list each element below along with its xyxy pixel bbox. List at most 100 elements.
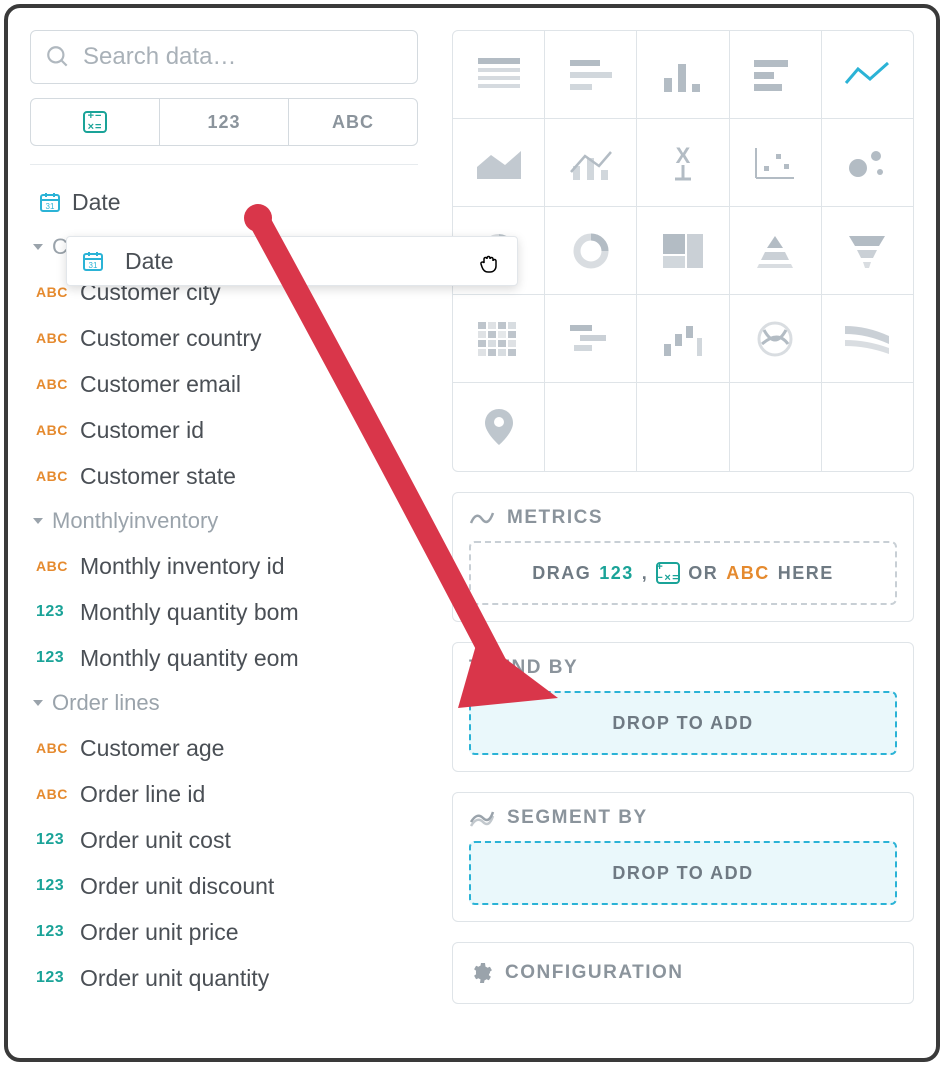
group-monthlyinventory[interactable]: Monthlyinventory bbox=[30, 499, 418, 543]
chart-heatmap-icon[interactable] bbox=[453, 295, 545, 383]
segment-section: SEGMENT BY DROP TO ADD bbox=[452, 792, 914, 922]
metrics-icon bbox=[469, 507, 495, 529]
chart-bar-icon[interactable] bbox=[730, 31, 822, 119]
drag-ghost-date: 31 Date bbox=[66, 236, 518, 286]
chart-list-icon[interactable] bbox=[545, 31, 637, 119]
text-type-icon: ABC bbox=[36, 376, 76, 392]
segment-drop-zone[interactable]: DROP TO ADD bbox=[469, 841, 897, 905]
chart-sankey-icon[interactable] bbox=[822, 295, 913, 383]
field-item[interactable]: ABCCustomer email bbox=[30, 361, 418, 407]
metrics-drop-zone[interactable]: DRAG 123 , +−×= OR ABC HERE bbox=[469, 541, 897, 605]
formula-icon: +−×= bbox=[656, 562, 680, 584]
text-type-icon: ABC bbox=[36, 422, 76, 438]
field-item[interactable]: 123Order unit discount bbox=[30, 863, 418, 909]
chart-empty bbox=[730, 383, 822, 471]
text-type-icon: ABC bbox=[36, 330, 76, 346]
tab-numeric[interactable]: 123 bbox=[160, 99, 289, 145]
text-type-icon: ABC bbox=[36, 786, 76, 802]
field-item[interactable]: 123Order unit cost bbox=[30, 817, 418, 863]
field-item[interactable]: 123Monthly quantity bom bbox=[30, 589, 418, 635]
number-type-icon: 123 bbox=[36, 649, 76, 667]
svg-text:31: 31 bbox=[46, 202, 55, 211]
text-type-icon: ABC bbox=[36, 740, 76, 756]
number-type-icon: 123 bbox=[36, 603, 76, 621]
search-input-wrapper[interactable] bbox=[30, 30, 418, 84]
grab-cursor-icon bbox=[477, 251, 501, 281]
number-type-icon: 123 bbox=[36, 923, 76, 941]
chart-gantt-icon[interactable] bbox=[545, 295, 637, 383]
chart-map-icon[interactable] bbox=[453, 383, 545, 471]
field-label: Order line id bbox=[80, 781, 205, 808]
chart-column-icon[interactable] bbox=[637, 31, 729, 119]
field-label: Customer age bbox=[80, 735, 224, 762]
text-type-icon: ABC bbox=[36, 284, 76, 300]
trend-drop-zone[interactable]: DROP TO ADD bbox=[469, 691, 897, 755]
configuration-section[interactable]: CONFIGURATION bbox=[452, 942, 914, 1004]
configuration-title: CONFIGURATION bbox=[505, 962, 684, 984]
number-type-icon: 123 bbox=[36, 969, 76, 987]
tab-formula[interactable]: +−×= bbox=[31, 99, 160, 145]
chart-table-icon[interactable] bbox=[453, 31, 545, 119]
field-item[interactable]: ABCCustomer id bbox=[30, 407, 418, 453]
field-label: Customer id bbox=[80, 417, 204, 444]
field-label: Customer state bbox=[80, 463, 236, 490]
segment-icon bbox=[469, 808, 495, 828]
gear-icon bbox=[469, 961, 493, 985]
search-icon bbox=[45, 44, 71, 70]
formula-icon: +−×= bbox=[83, 111, 107, 133]
field-label: Monthly quantity bom bbox=[80, 599, 299, 626]
metrics-title: METRICS bbox=[507, 507, 603, 529]
chart-empty bbox=[545, 383, 637, 471]
field-label: Date bbox=[72, 189, 121, 216]
chart-treemap-icon[interactable] bbox=[637, 207, 729, 295]
text-type-icon: ABC bbox=[36, 468, 76, 484]
chart-type-grid: X bbox=[452, 30, 914, 472]
field-item[interactable]: ABCCustomer age bbox=[30, 725, 418, 771]
field-item[interactable]: ABCCustomer country bbox=[30, 315, 418, 361]
chart-boxplot-icon[interactable]: X bbox=[637, 119, 729, 207]
field-item[interactable]: 123Order unit price bbox=[30, 909, 418, 955]
svg-text:31: 31 bbox=[89, 261, 98, 270]
field-item[interactable]: 123Monthly quantity eom bbox=[30, 635, 418, 681]
field-label: Order unit price bbox=[80, 919, 239, 946]
tab-text[interactable]: ABC bbox=[289, 99, 417, 145]
chart-combo-icon[interactable] bbox=[545, 119, 637, 207]
trend-section: TREND BY DROP TO ADD bbox=[452, 642, 914, 772]
chart-bubble-icon[interactable] bbox=[822, 119, 913, 207]
field-label: Customer country bbox=[80, 325, 262, 352]
calendar-icon: 31 bbox=[81, 249, 105, 273]
segment-title: SEGMENT BY bbox=[507, 807, 648, 829]
svg-text:X: X bbox=[676, 145, 691, 168]
divider bbox=[30, 164, 418, 165]
field-label: Order unit quantity bbox=[80, 965, 269, 992]
calendar-icon: 31 bbox=[38, 190, 62, 214]
chart-area-icon[interactable] bbox=[453, 119, 545, 207]
field-item[interactable]: ABCMonthly inventory id bbox=[30, 543, 418, 589]
chart-waterfall-icon[interactable] bbox=[637, 295, 729, 383]
chart-pyramid-icon[interactable] bbox=[730, 207, 822, 295]
chart-chord-icon[interactable] bbox=[730, 295, 822, 383]
chart-funnel-icon[interactable] bbox=[822, 207, 913, 295]
chart-empty bbox=[822, 383, 913, 471]
field-label: Order unit cost bbox=[80, 827, 231, 854]
field-date[interactable]: 31 Date bbox=[30, 179, 418, 225]
field-label: Monthly quantity eom bbox=[80, 645, 299, 672]
text-type-icon: ABC bbox=[36, 558, 76, 574]
field-label: Customer email bbox=[80, 371, 241, 398]
chart-empty bbox=[637, 383, 729, 471]
field-label: Order unit discount bbox=[80, 873, 274, 900]
type-filter-tabs: +−×= 123 ABC bbox=[30, 98, 418, 146]
group-order-lines[interactable]: Order lines bbox=[30, 681, 418, 725]
field-item[interactable]: ABCOrder line id bbox=[30, 771, 418, 817]
metrics-section: METRICS DRAG 123 , +−×= OR ABC HERE bbox=[452, 492, 914, 622]
field-label: Monthly inventory id bbox=[80, 553, 285, 580]
chart-donut-icon[interactable] bbox=[545, 207, 637, 295]
number-type-icon: 123 bbox=[36, 877, 76, 895]
field-item[interactable]: 123Order unit quantity bbox=[30, 955, 418, 1001]
chart-line-icon[interactable] bbox=[822, 31, 913, 119]
number-type-icon: 123 bbox=[36, 831, 76, 849]
search-input[interactable] bbox=[83, 43, 403, 71]
chart-scatter-icon[interactable] bbox=[730, 119, 822, 207]
trend-title: TREND BY bbox=[469, 657, 578, 679]
field-item[interactable]: ABCCustomer state bbox=[30, 453, 418, 499]
